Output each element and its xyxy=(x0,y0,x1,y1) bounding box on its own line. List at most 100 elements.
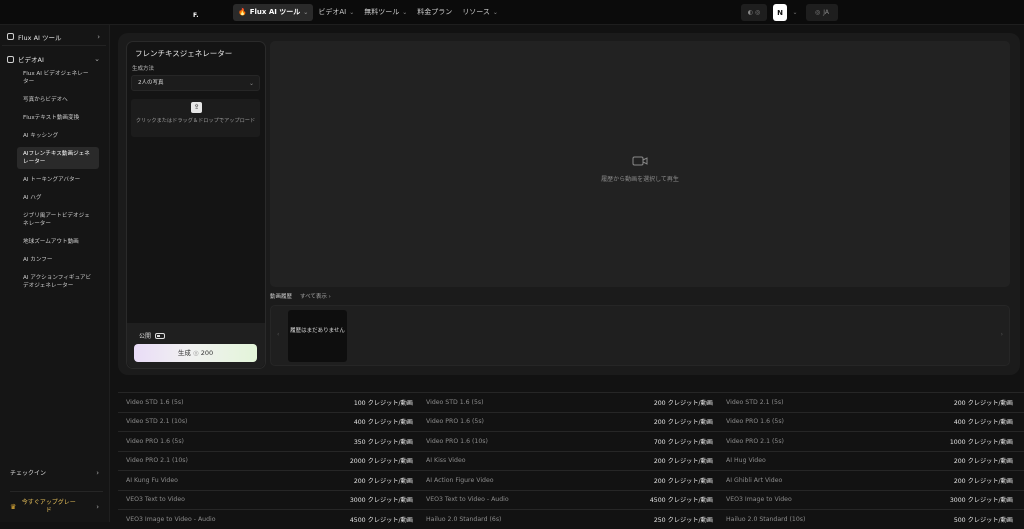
model-name: Video PRO 2.1 (5s) xyxy=(726,437,784,445)
sidebar-item-active[interactable]: AIフレンチキス動画ジェネレーター xyxy=(17,147,99,169)
generate-cost: 200 xyxy=(200,349,214,357)
crown-icon: ♛ xyxy=(10,502,17,511)
price-cell: VEO3 Image to Video - Audio 4500 クレジット/動画 xyxy=(118,515,418,524)
logo[interactable]: F. xyxy=(193,4,207,20)
sidebar-item[interactable]: Fluxテキスト動画変換 xyxy=(17,111,99,125)
table-row: AI Kung Fu Video 200 クレジット/動画 AI Action F… xyxy=(118,470,1024,490)
video-preview: 履歴から動画を選択して再生 xyxy=(270,41,1010,287)
theme-toggle-icon: ◐ ◎ xyxy=(747,9,761,16)
price-cell: Video PRO 1.6 (10s) 700 クレジット/動画 xyxy=(418,437,718,446)
model-price: 2000 クレジット/動画 xyxy=(349,458,413,466)
model-price: 400 クレジット/動画 xyxy=(353,419,413,427)
flame-icon: 🔥 xyxy=(238,8,247,16)
generate-button[interactable]: 生成 ◎ 200 xyxy=(134,344,257,362)
table-row: VEO3 Text to Video 3000 クレジット/動画 VEO3 Tex… xyxy=(118,489,1024,510)
section-label: Flux AI ツール xyxy=(18,33,62,42)
chevron-down-icon: ⌄ xyxy=(94,55,100,63)
model-price: 400 クレジット/動画 xyxy=(953,419,1013,427)
nav-video-ai[interactable]: ビデオAI ⌄ xyxy=(313,4,359,21)
sidebar-section-video-ai[interactable]: ビデオAI ⌄ xyxy=(2,50,106,68)
nav-label: リソース xyxy=(462,8,490,16)
model-name: VEO3 Text to Video - Audio xyxy=(426,496,509,504)
model-name: Video PRO 2.1 (10s) xyxy=(126,457,188,465)
model-name: Video PRO 1.6 (5s) xyxy=(426,418,484,426)
price-cell: Video PRO 2.1 (5s) 1000 クレジット/動画 xyxy=(718,437,1018,446)
checkin-label: チェックイン xyxy=(10,470,47,477)
price-cell: VEO3 Image to Video 3000 クレジット/動画 xyxy=(718,495,1018,504)
sidebar-item[interactable]: AI ハグ xyxy=(17,191,99,205)
sidebar-item[interactable]: AI トーキングアバター xyxy=(17,173,99,187)
model-name: Video PRO 1.6 (5s) xyxy=(726,418,784,426)
price-cell: AI Action Figure Video 200 クレジット/動画 xyxy=(418,476,718,485)
price-cell: VEO3 Text to Video - Audio 4500 クレジット/動画 xyxy=(418,495,718,504)
nav-flux-ai-tools[interactable]: 🔥 Flux AI ツール ⌄ xyxy=(233,4,314,21)
model-name: Video STD 1.6 (5s) xyxy=(426,398,484,406)
credit-icon: ◎ xyxy=(192,349,201,357)
sidebar-section-flux-ai-tools[interactable]: Flux AI ツール › xyxy=(2,28,106,46)
model-price: 200 クレジット/動画 xyxy=(953,477,1013,485)
price-cell: Video STD 2.1 (5s) 200 クレジット/動画 xyxy=(718,398,1018,407)
sidebar-item[interactable]: Flux AI ビデオジェネレーター xyxy=(17,67,99,89)
nav-free-tools[interactable]: 無料ツール ⌄ xyxy=(359,4,412,21)
scroll-left-icon[interactable]: ‹ xyxy=(277,331,279,338)
upload-text: クリックまたはドラッグ＆ドロップでアップロード xyxy=(135,118,256,124)
model-name: AI Action Figure Video xyxy=(426,476,494,484)
model-price: 4500 クレジット/動画 xyxy=(649,497,713,505)
model-price: 3000 クレジット/動画 xyxy=(349,497,413,505)
generator-panel: フレンチキスジェネレーター 生成方法 2人の写真 ⌄ ⇪ クリックまたはドラッグ… xyxy=(126,41,266,369)
show-all-link[interactable]: すべて表示 › xyxy=(300,292,331,300)
model-price: 200 クレジット/動画 xyxy=(353,477,413,485)
nav-label: 料金プラン xyxy=(417,8,453,16)
main-nav: 🔥 Flux AI ツール ⌄ ビデオAI ⌄ 無料ツール ⌄ 料金プラン リソース ⌄ xyxy=(233,4,503,21)
public-toggle[interactable] xyxy=(155,332,166,339)
price-cell: Video PRO 1.6 (5s) 200 クレジット/動画 xyxy=(418,417,718,426)
history-empty-card: 履歴はまだありません xyxy=(288,310,347,362)
model-price: 100 クレジット/動画 xyxy=(353,399,413,407)
theme-toggle[interactable]: ◐ ◎ xyxy=(741,4,767,21)
nav-label: ビデオAI xyxy=(318,8,347,16)
method-label: 生成方法 xyxy=(132,66,155,72)
nav-resources[interactable]: リソース ⌄ xyxy=(457,4,503,21)
tool-icon xyxy=(7,33,14,40)
model-price: 200 クレジット/動画 xyxy=(653,477,713,485)
nav-pricing[interactable]: 料金プラン xyxy=(412,4,457,21)
model-price: 1000 クレジット/動画 xyxy=(949,438,1013,446)
model-price: 200 クレジット/動画 xyxy=(653,399,713,407)
sidebar-item[interactable]: AI アクションフィギュアビデオジェネレーター xyxy=(17,271,99,293)
sidebar-item[interactable]: AI カンフー xyxy=(17,253,99,267)
sidebar-item[interactable]: 写真からビデオへ xyxy=(17,93,99,107)
sidebar-item[interactable]: AI キッシング xyxy=(17,129,99,143)
method-select[interactable]: 2人の写真 ⌄ xyxy=(131,75,260,91)
method-value: 2人の写真 xyxy=(138,80,164,86)
logo-dot: . xyxy=(196,12,199,19)
model-name: AI Ghibli Art Video xyxy=(726,476,783,484)
checkin-button[interactable]: チェックイン › xyxy=(10,468,103,478)
price-cell: VEO3 Text to Video 3000 クレジット/動画 xyxy=(118,495,418,504)
model-name: Video STD 2.1 (10s) xyxy=(126,418,188,426)
chevron-down-icon: ⌄ xyxy=(492,9,498,16)
sidebar: Flux AI ツール › ビデオAI ⌄ Flux AI ビデオジェネレーター… xyxy=(0,25,110,522)
scroll-right-icon[interactable]: › xyxy=(1001,331,1003,338)
model-name: VEO3 Image to Video xyxy=(726,496,792,504)
model-name: Video PRO 1.6 (10s) xyxy=(426,437,488,445)
sidebar-item[interactable]: ジブリ風アートビデオジェネレーター xyxy=(17,209,99,231)
model-name: AI Kiss Video xyxy=(426,457,466,465)
sidebar-item[interactable]: 地球ズームアウト動画 xyxy=(17,235,99,249)
model-price: 200 クレジット/動画 xyxy=(953,399,1013,407)
model-name: Video STD 1.6 (5s) xyxy=(126,398,184,406)
nav-label: Flux AI ツール xyxy=(249,8,301,16)
upload-dropzone[interactable]: ⇪ クリックまたはドラッグ＆ドロップでアップロード xyxy=(131,99,260,137)
language-selector[interactable]: ◎ JA xyxy=(806,4,838,21)
model-name: VEO3 Text to Video xyxy=(126,496,185,504)
chevron-right-icon: › xyxy=(96,468,99,477)
avatar[interactable]: N xyxy=(773,4,787,21)
model-price: 4500 クレジット/動画 xyxy=(349,516,413,524)
pricing-table: Video STD 1.6 (5s) 100 クレジット/動画 Video STD… xyxy=(118,392,1024,529)
model-price: 250 クレジット/動画 xyxy=(653,516,713,524)
show-all-label: すべて表示 xyxy=(300,294,327,300)
sidebar-item-list: Flux AI ビデオジェネレーター 写真からビデオへ Fluxテキスト動画変換… xyxy=(17,67,99,297)
model-price: 350 クレジット/動画 xyxy=(353,438,413,446)
model-name: Video PRO 1.6 (5s) xyxy=(126,437,184,445)
account-menu-chevron-icon[interactable]: ⌄ xyxy=(790,4,800,21)
upgrade-button[interactable]: ♛ 今すぐアップグレード › xyxy=(10,491,103,515)
